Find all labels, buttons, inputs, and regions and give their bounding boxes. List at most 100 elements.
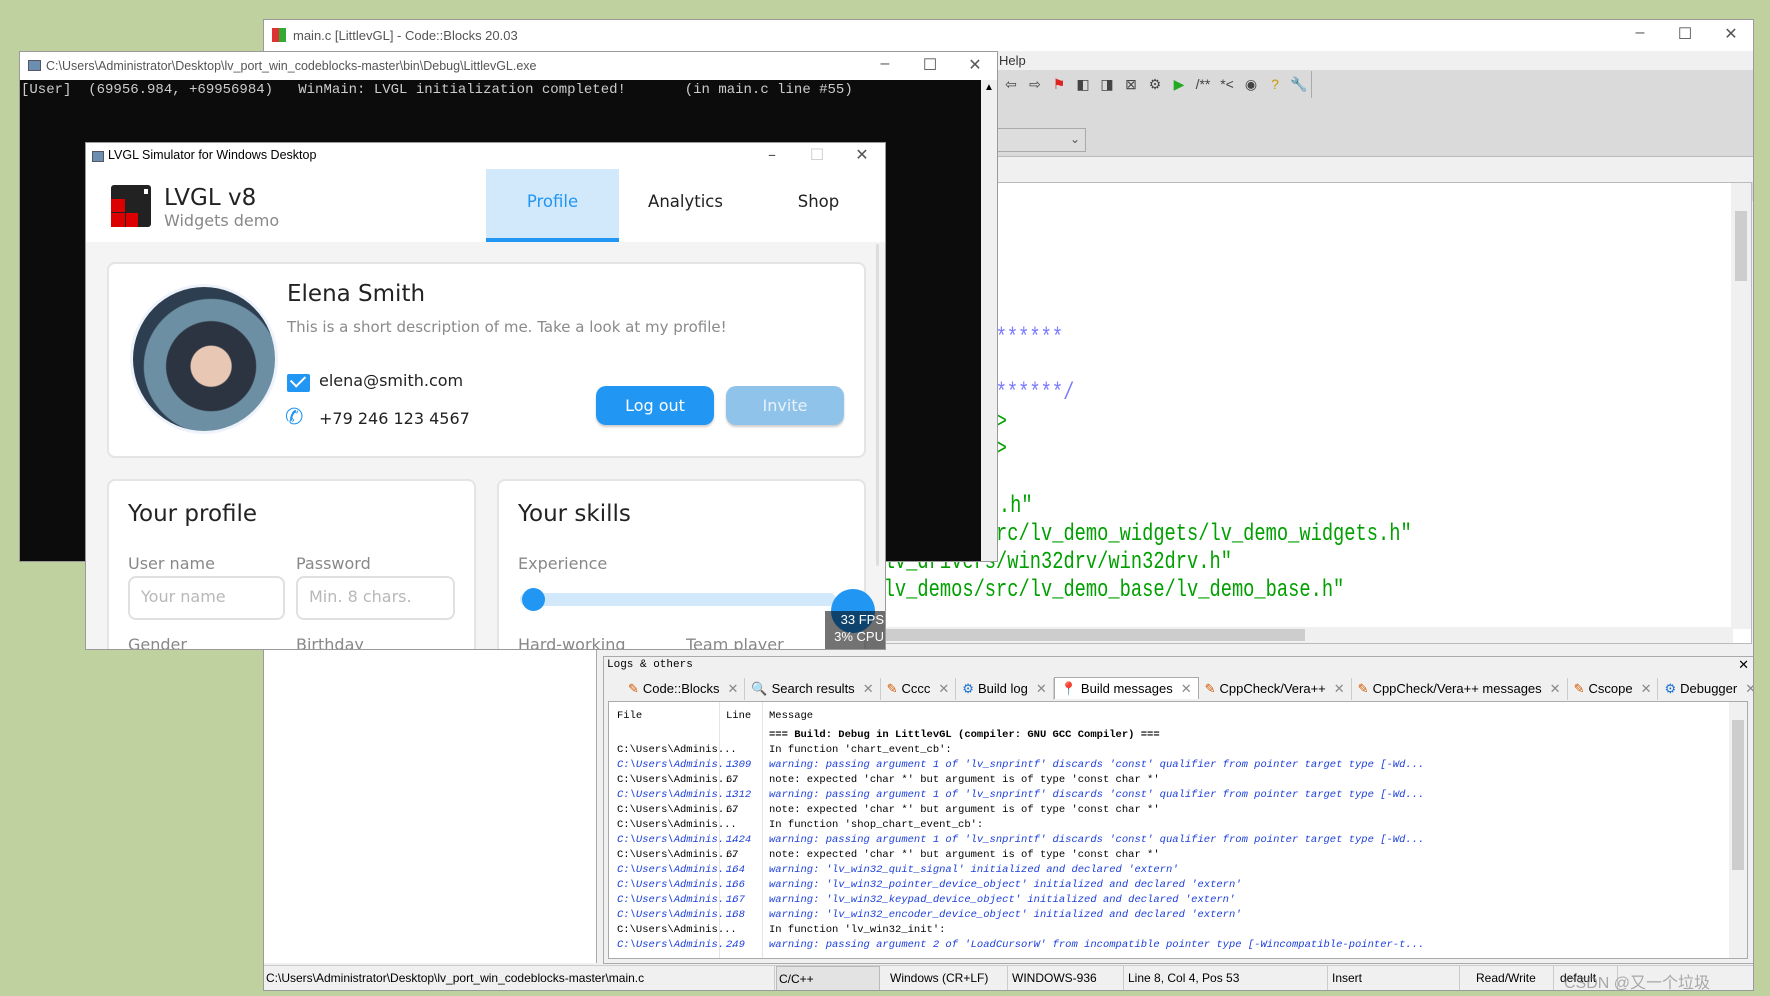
maximize-button[interactable]: ☐ [1665, 24, 1705, 44]
build-messages-list[interactable]: File Line Message === Build: Debug in Li… [608, 701, 1748, 959]
tab-close-icon[interactable]: ✕ [1550, 681, 1561, 697]
row-line: 1309 [726, 759, 752, 771]
editor-vertical-scrollbar[interactable] [1731, 183, 1751, 629]
row-file: C:\Users\Adminis... [617, 924, 737, 936]
logs-tab[interactable]: ✎ Cccc ✕ [881, 677, 957, 700]
password-placeholder: Min. 8 chars. [309, 587, 412, 606]
table-row[interactable]: C:\Users\Adminis... 67 note: expected 'cha… [609, 773, 1747, 788]
minimize-button[interactable]: – [752, 145, 792, 164]
slider-knob[interactable] [521, 588, 545, 611]
logs-tab[interactable]: ✎ CppCheck/Vera++ messages ✕ [1352, 677, 1568, 700]
logs-tab[interactable]: ✎ Code::Blocks ✕ [622, 677, 746, 700]
tab-close-icon[interactable]: ✕ [1181, 681, 1192, 697]
table-row[interactable]: C:\Users\Adminis... In function 'shop_cha… [609, 818, 1747, 833]
tab-analytics[interactable]: Analytics [619, 169, 752, 242]
settings-icon[interactable]: 🔧 [1288, 73, 1310, 95]
tab-close-icon[interactable]: ✕ [1745, 681, 1753, 697]
team-player-label: Team player [686, 635, 784, 650]
lvgl-window-title: LVGL Simulator for Windows Desktop [108, 148, 317, 162]
build-icon[interactable]: ⚙ [1144, 73, 1166, 95]
logs-tab[interactable]: 📍 Build messages ✕ [1053, 677, 1199, 699]
logs-tabbar: ✎ Code::Blocks ✕ 🔍 Search results ✕ ✎ Cccc ✕ ⚙ Bui… [622, 677, 1753, 700]
forward-icon[interactable]: ⇨ [1024, 73, 1046, 95]
menu-item-help[interactable]: Help [999, 53, 1026, 68]
logs-tab[interactable]: ✎ CppCheck/Vera++ ✕ [1199, 677, 1352, 700]
tab-close-icon[interactable]: ✕ [1641, 681, 1652, 697]
row-message: warning: 'lv_win32_keypad_device_object'… [769, 894, 1236, 906]
status-access: Read/Write [1474, 966, 1554, 990]
row-file: C:\Users\Adminis... [617, 819, 737, 831]
console-titlebar: C:\Users\Administrator\Desktop\lv_port_w… [20, 52, 997, 80]
scrollbar-thumb[interactable] [1735, 211, 1747, 281]
table-row[interactable]: C:\Users\Adminis... 167 warning: 'lv_win32… [609, 893, 1747, 908]
column-line[interactable]: Line [726, 709, 751, 724]
tab-close-icon[interactable]: ✕ [1334, 681, 1345, 697]
bookmark-toggle-icon[interactable]: ⚑ [1048, 73, 1070, 95]
logs-tab[interactable]: ⚙Debugger ✕ [1658, 678, 1753, 700]
table-row[interactable]: C:\Users\Adminis... 168 warning: 'lv_win32… [609, 908, 1747, 923]
lvgl-header: LVGL v8 Widgets demo Profile Analytics S… [86, 169, 885, 242]
experience-slider[interactable] [520, 588, 836, 611]
logs-tab[interactable]: ✎ Cscope ✕ [1568, 677, 1659, 700]
doxy-inline-icon[interactable]: *< [1216, 73, 1238, 95]
username-input[interactable]: Your name [128, 576, 285, 620]
row-message: In function 'chart_event_cb': [769, 744, 952, 756]
lvgl-app-icon [92, 151, 104, 162]
table-row[interactable]: C:\Users\Adminis... 166 warning: 'lv_win32… [609, 878, 1747, 893]
run-icon[interactable]: ▶ [1168, 73, 1190, 95]
table-row[interactable]: C:\Users\Adminis... In function 'lv_win32… [609, 923, 1747, 938]
maximize-button[interactable]: ☐ [910, 55, 950, 75]
tab-profile[interactable]: Profile [486, 169, 619, 242]
password-input[interactable]: Min. 8 chars. [296, 576, 455, 620]
tab-shop[interactable]: Shop [752, 169, 885, 242]
bookmark-next-icon[interactable]: ◨ [1096, 73, 1118, 95]
logs-tab[interactable]: ⚙ Build log ✕ [956, 677, 1054, 700]
status-position: Line 8, Col 4, Pos 53 [1126, 966, 1328, 990]
table-row[interactable]: C:\Users\Adminis... In function 'chart_ev… [609, 743, 1747, 758]
help-icon[interactable]: ? [1264, 73, 1286, 95]
console-scrollbar[interactable]: ▲ [981, 80, 997, 561]
doxy-comment-icon[interactable]: /** [1192, 73, 1214, 95]
logout-button[interactable]: Log out [596, 386, 714, 425]
status-path: C:\Users\Administrator\Desktop\lv_port_w… [264, 966, 775, 990]
tab-close-icon[interactable]: ✕ [938, 681, 949, 697]
tab-close-icon[interactable]: ✕ [728, 681, 739, 697]
table-row[interactable]: C:\Users\Adminis... 1312 warning: passing … [609, 788, 1747, 803]
table-row[interactable]: C:\Users\Adminis... 1424 warning: passing … [609, 833, 1747, 848]
avatar [130, 284, 278, 434]
tab-label: Shop [797, 192, 840, 211]
content-scrollbar[interactable] [876, 244, 879, 566]
scrollbar-thumb[interactable] [865, 629, 1305, 641]
logs-vertical-scrollbar[interactable] [1729, 702, 1747, 958]
minimize-button[interactable]: – [1620, 24, 1660, 42]
table-row[interactable]: C:\Users\Adminis... 67 note: expected 'cha… [609, 803, 1747, 818]
scroll-up-icon[interactable]: ▲ [984, 82, 994, 93]
table-row[interactable]: === Build: Debug in LittlevGL (compiler:… [609, 728, 1747, 743]
bookmark-prev-icon[interactable]: ◧ [1072, 73, 1094, 95]
column-file[interactable]: File [617, 709, 642, 724]
pencil-icon: ✎ [1357, 680, 1369, 696]
invite-button[interactable]: Invite [726, 386, 844, 425]
code-line: e "lv_demos/src/lv_demo_base/lv_demo_bas… [850, 577, 1345, 604]
maximize-button[interactable]: ☐ [797, 145, 837, 164]
table-row[interactable]: C:\Users\Adminis... 1309 warning: passing … [609, 758, 1747, 773]
close-button[interactable]: ✕ [842, 145, 882, 164]
row-line: 166 [726, 879, 745, 891]
tab-label: CppCheck/Vera++ messages [1372, 681, 1542, 696]
back-icon[interactable]: ⇦ [1000, 73, 1022, 95]
close-button[interactable]: ✕ [955, 55, 995, 75]
tab-close-icon[interactable]: ✕ [863, 681, 874, 697]
table-row[interactable]: C:\Users\Adminis... 67 note: expected 'cha… [609, 848, 1747, 863]
logs-tab[interactable]: 🔍 Search results ✕ [745, 677, 881, 700]
logs-close-icon[interactable]: ✕ [1738, 657, 1749, 673]
gear-icon: ⚙ [1664, 680, 1677, 696]
close-button[interactable]: ✕ [1711, 24, 1751, 44]
tab-close-icon[interactable]: ✕ [1036, 681, 1047, 697]
minimize-button[interactable]: – [865, 55, 905, 73]
scrollbar-thumb[interactable] [1732, 720, 1744, 870]
bookmark-clear-icon[interactable]: ⊠ [1120, 73, 1142, 95]
table-row[interactable]: C:\Users\Adminis... 164 warning: 'lv_win32… [609, 863, 1747, 878]
column-message[interactable]: Message [769, 709, 813, 724]
doxywizard-icon[interactable]: ◉ [1240, 73, 1262, 95]
table-row[interactable]: C:\Users\Adminis... 249 warning: passing a… [609, 938, 1747, 953]
